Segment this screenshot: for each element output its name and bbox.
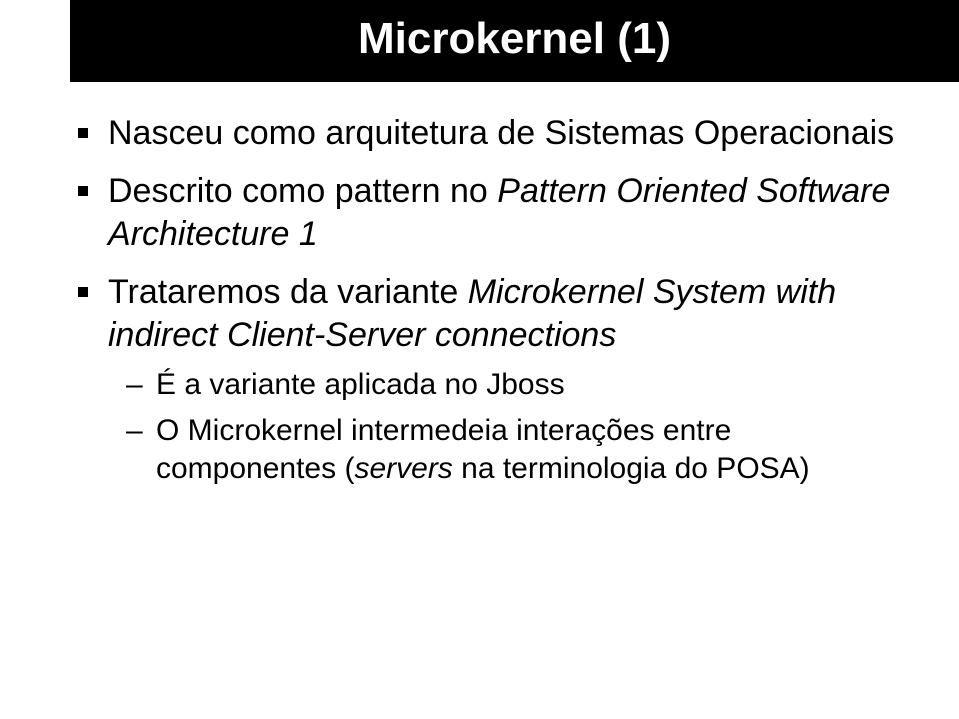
bullet-list: Nasceu como arquitetura de Sistemas Oper… <box>78 112 899 489</box>
sub-bullet-text-italic: servers <box>354 452 452 485</box>
bullet-text: Descrito como pattern no <box>108 172 497 210</box>
sub-bullet-item: O Microkernel intermedeia interações ent… <box>108 412 899 489</box>
slide: Microkernel (1) Nasceu como arquitetura … <box>0 0 959 719</box>
sub-bullet-text: É a variante aplicada no Jboss <box>156 368 565 401</box>
bullet-item: Descrito como pattern no Pattern Oriente… <box>78 170 899 257</box>
bullet-text: Nasceu como arquitetura de Sistemas Oper… <box>108 114 894 152</box>
sub-bullet-text: na terminologia do POSA) <box>453 452 810 485</box>
slide-content: Nasceu como arquitetura de Sistemas Oper… <box>0 82 959 489</box>
bullet-text: Trataremos da variante <box>108 273 468 311</box>
sub-bullet-item: É a variante aplicada no Jboss <box>108 366 899 404</box>
sub-bullet-list: É a variante aplicada no Jboss O Microke… <box>108 366 899 489</box>
bullet-item: Nasceu como arquitetura de Sistemas Oper… <box>78 112 899 156</box>
bullet-item: Trataremos da variante Microkernel Syste… <box>78 271 899 489</box>
slide-title: Microkernel (1) <box>70 0 959 82</box>
